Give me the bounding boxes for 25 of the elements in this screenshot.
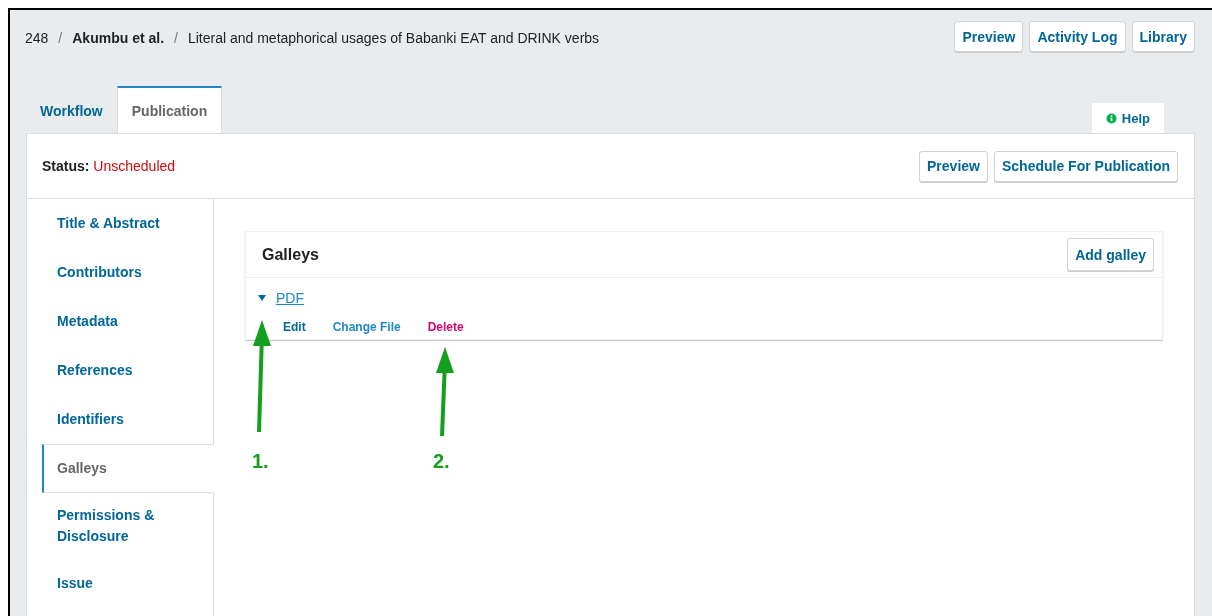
card-title: Galleys — [262, 245, 319, 264]
annotation-label: 2. — [433, 450, 450, 473]
help-tab[interactable]: Help — [1091, 103, 1164, 133]
submission-authors: Akumbu et al. — [72, 30, 165, 46]
tab[interactable]: Workflow — [26, 86, 117, 133]
galley-action[interactable]: Delete — [427, 320, 464, 334]
add-galley-button[interactable]: Add galley — [1067, 238, 1154, 271]
sidebar-item[interactable]: Galleys — [42, 444, 214, 493]
galley-link[interactable]: PDF — [276, 290, 304, 306]
header-button[interactable]: Activity Log — [1029, 21, 1126, 52]
header-button[interactable]: Library — [1131, 21, 1195, 52]
tab[interactable]: Publication — [116, 86, 223, 133]
breadcrumb-separator: / — [174, 30, 178, 46]
submission-id: 248 — [25, 30, 49, 46]
publication-button[interactable]: Preview — [919, 150, 988, 182]
info-icon — [1105, 112, 1117, 124]
caret-icon[interactable] — [258, 295, 266, 301]
annotation-label: 1. — [252, 450, 269, 473]
galley-action[interactable]: Change File — [332, 320, 401, 334]
galley-action[interactable]: Edit — [283, 320, 306, 334]
submission-title: Literal and metaphorical usages of Babanki EAT and DRINK verbs — [187, 30, 600, 46]
header-button[interactable]: Preview — [954, 21, 1024, 52]
publication-button[interactable]: Schedule For Publication — [993, 150, 1178, 182]
publication-status: Status: Unscheduled — [42, 158, 176, 174]
breadcrumb-separator: / — [58, 30, 63, 46]
